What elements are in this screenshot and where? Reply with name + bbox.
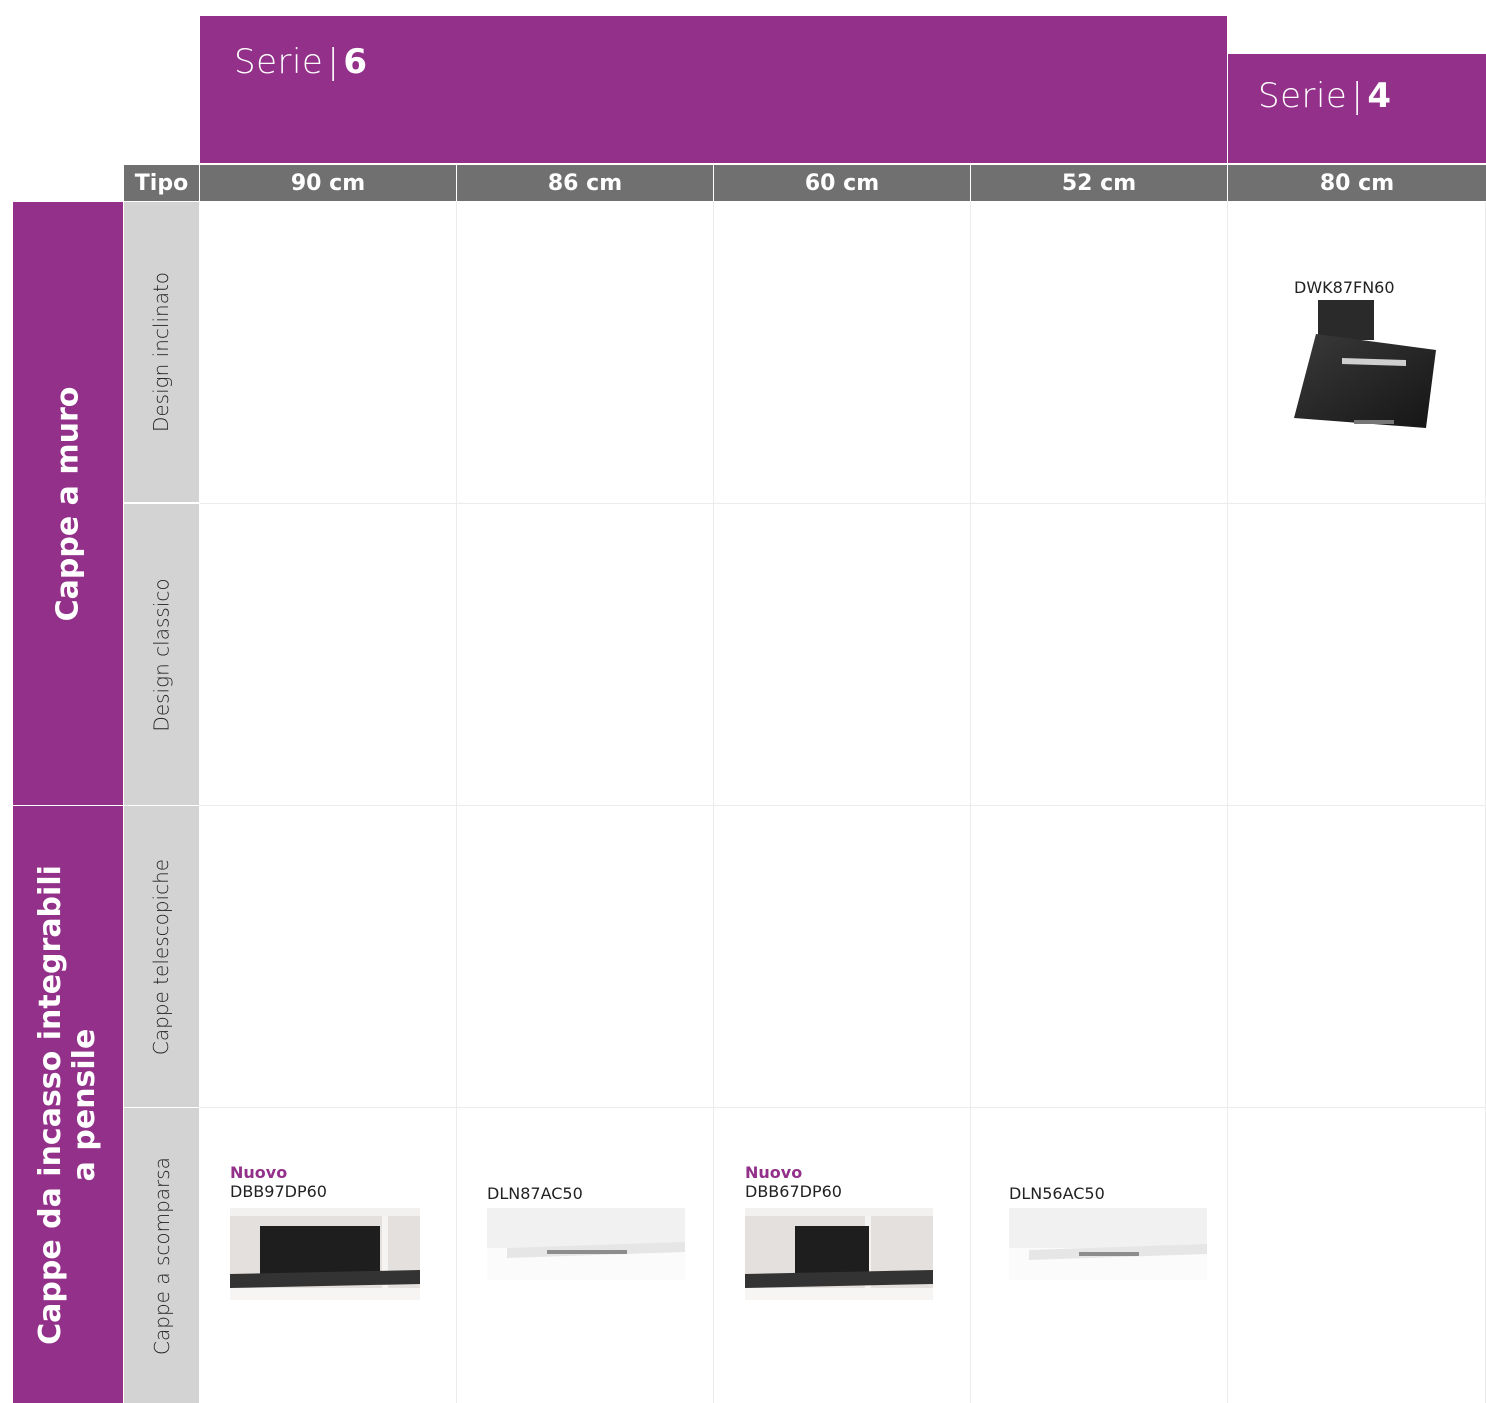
white-integrated-hood-image — [487, 1208, 685, 1280]
grid-hline — [200, 805, 1486, 806]
product-dbb97dp60[interactable]: Nuovo DBB97DP60 — [230, 1163, 420, 1303]
grid-hline — [200, 1107, 1486, 1108]
serie-4-banner: Serie | 4 — [1228, 54, 1486, 163]
header-width-52: 52 cm — [971, 165, 1227, 201]
product-dbb67dp60[interactable]: Nuovo DBB67DP60 — [745, 1163, 935, 1303]
product-code: DBB97DP60 — [230, 1182, 327, 1201]
product-dwk87fn60[interactable]: DWK87FN60 — [1294, 278, 1444, 433]
row-label-design-classico: Design classico — [124, 504, 199, 805]
new-badge: Nuovo — [230, 1163, 288, 1182]
header-width-90: 90 cm — [200, 165, 456, 201]
grid-vline — [970, 202, 971, 1403]
black-integrated-hood-image — [745, 1208, 933, 1300]
header-width-80: 80 cm — [1228, 165, 1486, 201]
group-cappe-da-incasso: Cappe da incasso integrabili a pensile — [13, 806, 123, 1403]
product-code: DLN56AC50 — [1009, 1184, 1105, 1203]
row-label-cappe-a-scomparsa: Cappe a scomparsa — [124, 1108, 199, 1403]
serie-4-label: Serie | 4 — [1258, 76, 1392, 116]
product-dln56ac50[interactable]: DLN56AC50 — [1009, 1184, 1207, 1314]
new-badge: Nuovo — [745, 1163, 803, 1182]
group-cappe-a-muro-label: Cappe a muro — [50, 386, 85, 621]
grid-vline — [456, 202, 457, 1403]
header-width-86: 86 cm — [457, 165, 713, 201]
angled-hood-image — [1294, 300, 1436, 428]
black-integrated-hood-image — [230, 1208, 420, 1300]
group-cappe-a-muro: Cappe a muro — [13, 202, 123, 805]
product-code: DBB67DP60 — [745, 1182, 842, 1201]
row-label-cappe-telescopiche: Cappe telescopiche — [124, 806, 199, 1107]
serie-6-label: Serie | 6 — [234, 42, 368, 82]
header-tipo: Tipo — [124, 165, 199, 201]
product-dln87ac50[interactable]: DLN87AC50 — [487, 1184, 685, 1314]
serie-6-banner: Serie | 6 — [200, 16, 1227, 163]
group-cappe-da-incasso-label: Cappe da incasso integrabili a pensile — [33, 864, 103, 1345]
product-code: DLN87AC50 — [487, 1184, 583, 1203]
grid-vline — [1227, 202, 1228, 1403]
header-width-60: 60 cm — [714, 165, 970, 201]
grid-hline — [200, 503, 1486, 504]
row-label-design-inclinato: Design inclinato — [124, 202, 199, 502]
white-integrated-hood-image — [1009, 1208, 1207, 1280]
product-code: DWK87FN60 — [1294, 278, 1395, 297]
grid-vline — [713, 202, 714, 1403]
